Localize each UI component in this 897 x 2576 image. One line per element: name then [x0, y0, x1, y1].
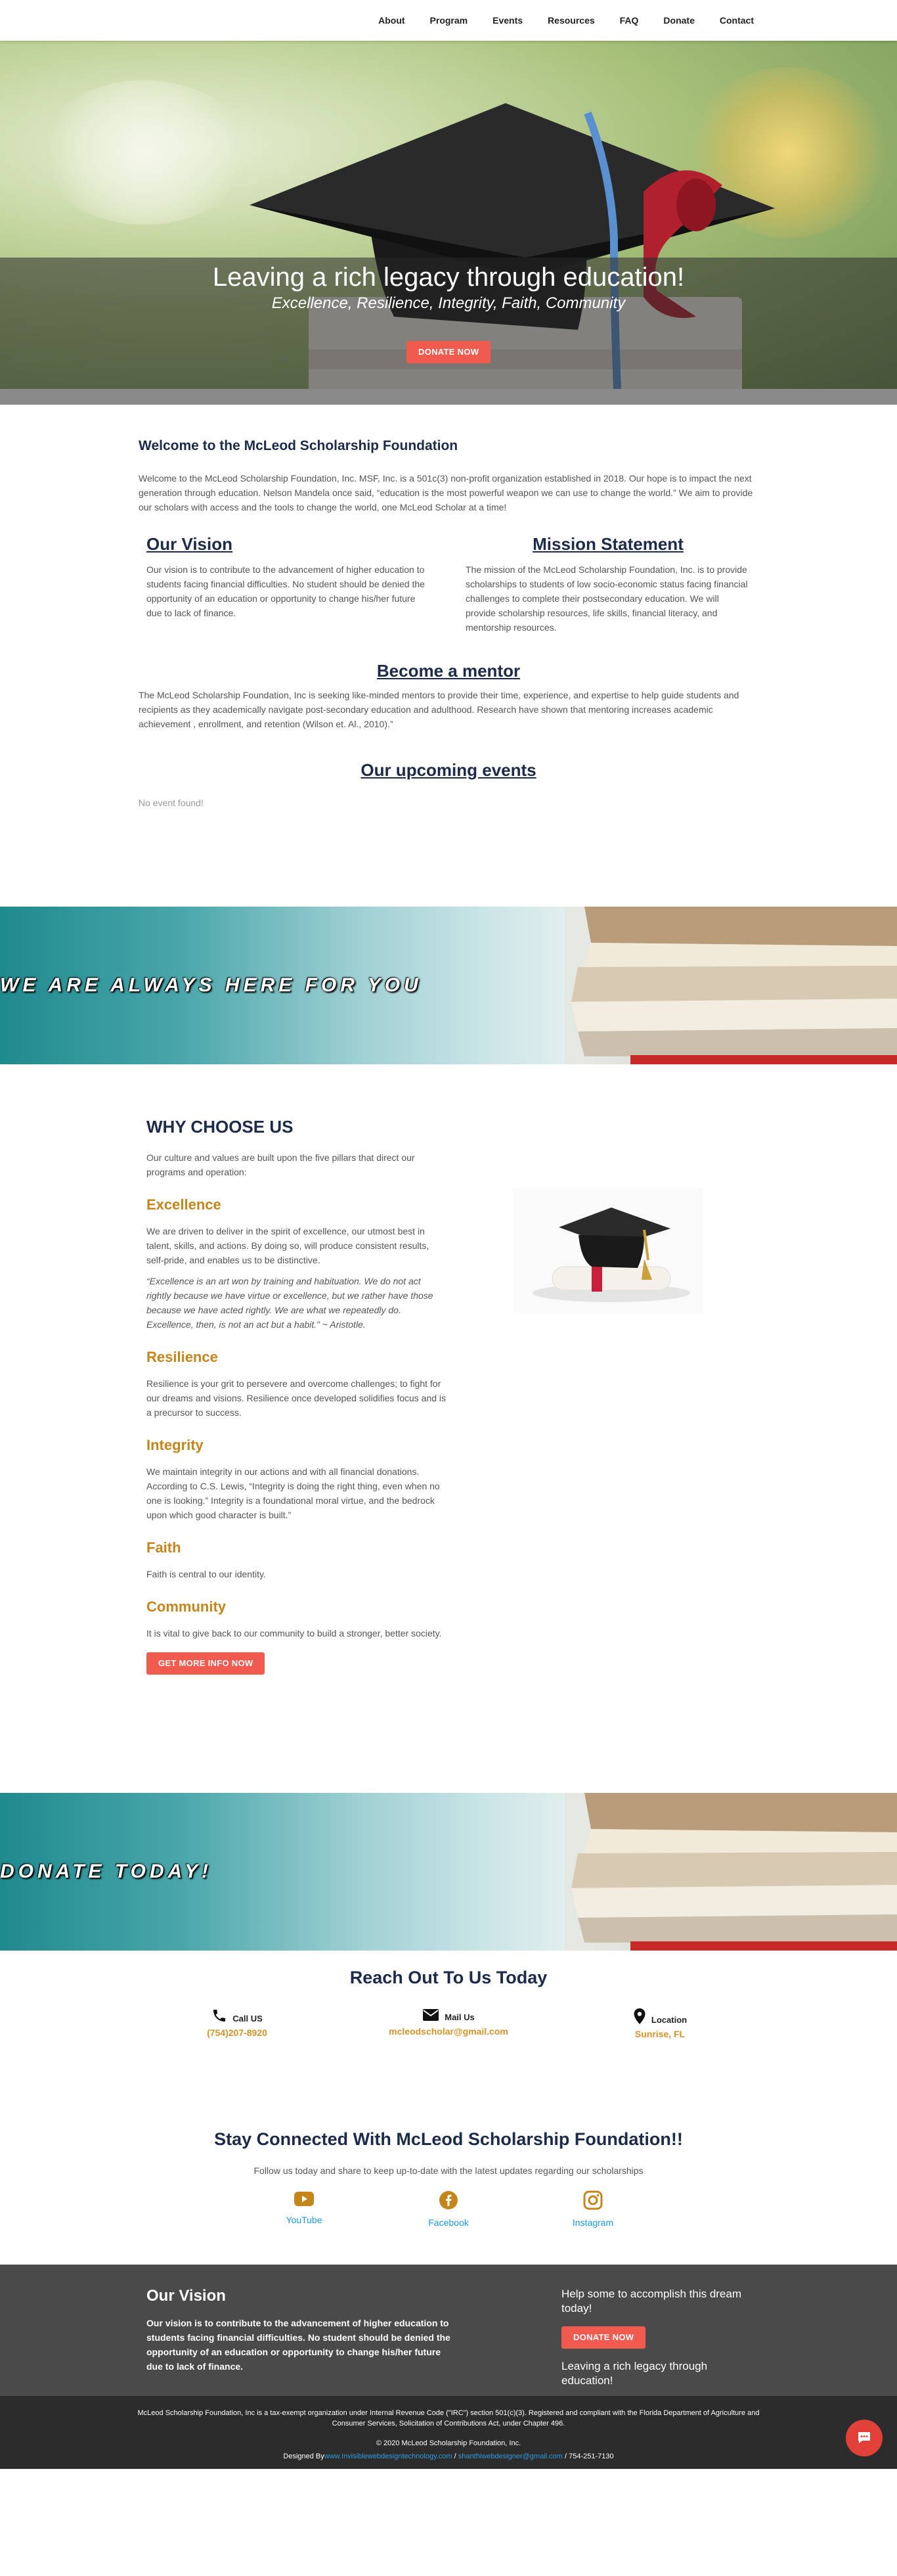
graduation-cap-diploma-image — [513, 1188, 703, 1313]
instagram-label: Instagram — [572, 2217, 614, 2228]
footer-vision-text: Our vision is to contribute to the advan… — [146, 2318, 450, 2372]
chat-button[interactable] — [846, 2420, 883, 2456]
contact-mail: Mail Us mcleodscholar@gmail.com — [350, 2008, 547, 2039]
footer-donate-button[interactable]: DONATE NOW — [561, 2326, 646, 2349]
email-link[interactable]: mcleodscholar@gmail.com — [350, 2026, 547, 2037]
facebook-icon — [439, 2191, 458, 2209]
footer-vision: Our Vision Our vision is to contribute t… — [139, 2287, 454, 2388]
location-label: Location — [651, 2015, 688, 2025]
social-facebook[interactable]: Facebook — [409, 2190, 488, 2228]
why-intro: Our culture and values are built upon th… — [146, 1152, 415, 1177]
designer-email-link[interactable]: shanthiwebdesigner@gmail.com — [458, 2452, 563, 2460]
hero-title: Leaving a rich legacy through education! — [212, 263, 685, 292]
mission-column: Mission Statement The mission of the McL… — [458, 534, 758, 635]
welcome-section: Welcome to the McLeod Scholarship Founda… — [139, 438, 758, 808]
footer-help-text: Help some to accomplish this dream today… — [561, 2288, 742, 2315]
hero-donate-button[interactable]: DONATE NOW — [406, 341, 491, 363]
pillar-resilience-title: Resilience — [146, 1349, 218, 1365]
copyright-text: © 2020 McLeod Scholarship Foundation, In… — [376, 2439, 521, 2447]
no-event-message: No event found! — [139, 798, 204, 808]
legal-text: McLeod Scholarship Foundation, Inc is a … — [137, 2409, 760, 2428]
footer-donate: Help some to accomplish this dream today… — [561, 2287, 758, 2388]
pillar-community-title: Community — [146, 1598, 226, 1615]
youtube-icon — [294, 2192, 314, 2206]
designer-website-link[interactable]: www.Invisiblewebdesigntechnology.com — [324, 2452, 452, 2460]
why-choose-us-section: WHY CHOOSE US Our culture and values are… — [0, 1064, 897, 1793]
contact-row: Call US (754)207-8920 Mail Us mcleodscho… — [139, 2008, 758, 2039]
reach-out-title: Reach Out To Us Today — [349, 1968, 548, 1987]
pillar-excellence-title: Excellence — [146, 1196, 221, 1213]
mission-text: The mission of the McLeod Scholarship Fo… — [466, 564, 748, 633]
phone-number-link[interactable]: (754)207-8920 — [139, 2027, 336, 2038]
books-image — [565, 907, 897, 1064]
phone-icon — [213, 2010, 226, 2022]
nav-donate[interactable]: Donate — [663, 15, 694, 26]
youtube-label: YouTube — [286, 2215, 322, 2225]
bottom-bar: McLeod Scholarship Foundation, Inc is a … — [0, 2396, 897, 2469]
contact-location: Location Sunrise, FL — [561, 2008, 758, 2039]
banner-donate-text: DONATE TODAY! — [0, 1861, 212, 1882]
nav-contact[interactable]: Contact — [720, 15, 754, 26]
social-row: YouTube Facebook Instagram — [265, 2190, 632, 2228]
pillar-faith-title: Faith — [146, 1539, 181, 1556]
banner-always-here-text: WE ARE ALWAYS HERE FOR YOU — [0, 974, 422, 996]
chat-icon — [858, 2432, 870, 2443]
footer: Our Vision Our vision is to contribute t… — [0, 2265, 897, 2396]
books-image — [565, 1793, 897, 1951]
designed-by: Designed Bywww.Invisiblewebdesigntechnol… — [133, 2451, 764, 2462]
mail-label: Mail Us — [445, 2012, 475, 2022]
why-image-column — [447, 1117, 758, 1675]
facebook-label: Facebook — [428, 2217, 469, 2228]
mentor-text: The McLeod Scholarship Foundation, Inc i… — [139, 690, 739, 729]
call-label: Call US — [232, 2014, 263, 2023]
social-youtube[interactable]: YouTube — [265, 2190, 343, 2228]
nav-program[interactable]: Program — [430, 15, 468, 26]
footer-vision-title: Our Vision — [146, 2287, 226, 2305]
location-value: Sunrise, FL — [634, 2029, 686, 2039]
pillar-excellence-text: We are driven to deliver in the spirit o… — [146, 1226, 429, 1265]
instagram-icon — [583, 2190, 603, 2210]
welcome-title: Welcome to the McLeod Scholarship Founda… — [139, 438, 458, 453]
why-content: WHY CHOOSE US Our culture and values are… — [139, 1117, 447, 1675]
top-nav: About Program Events Resources FAQ Donat… — [0, 0, 897, 41]
why-title: WHY CHOOSE US — [146, 1117, 294, 1137]
stay-connected-title: Stay Connected With McLeod Scholarship F… — [214, 2129, 683, 2149]
nav-faq[interactable]: FAQ — [620, 15, 639, 26]
welcome-text: Welcome to the McLeod Scholarship Founda… — [139, 473, 753, 512]
mail-icon — [423, 2009, 439, 2021]
pillar-faith-text: Faith is central to our identity. — [146, 1569, 266, 1579]
location-icon — [634, 2008, 645, 2024]
donate-banner: DONATE TODAY! — [0, 1793, 897, 1951]
vision-mission-row: Our Vision Our vision is to contribute t… — [139, 534, 758, 635]
always-here-banner: WE ARE ALWAYS HERE FOR YOU — [0, 907, 897, 1064]
vision-column: Our Vision Our vision is to contribute t… — [139, 534, 439, 635]
mentor-title: Become a mentor — [376, 661, 521, 681]
designed-by-label: Designed By — [283, 2452, 324, 2460]
pillar-integrity-text: We maintain integrity in our actions and… — [146, 1466, 440, 1520]
pillar-community-text: It is vital to give back to our communit… — [146, 1628, 442, 1638]
vision-title: Our Vision — [146, 534, 232, 554]
nav-about[interactable]: About — [378, 15, 405, 26]
designer-phone: / 754-251-7130 — [562, 2452, 614, 2460]
hero-section: Leaving a rich legacy through education!… — [0, 41, 897, 389]
hero-strip — [0, 389, 897, 405]
get-more-info-button[interactable]: GET MORE INFO NOW — [146, 1652, 265, 1675]
social-instagram[interactable]: Instagram — [554, 2190, 632, 2228]
events-title: Our upcoming events — [361, 760, 536, 780]
pillar-excellence-quote: “Excellence is an art won by training an… — [146, 1276, 433, 1330]
pillar-resilience-text: Resilience is your grit to persevere and… — [146, 1378, 447, 1418]
designed-separator: / — [452, 2452, 458, 2460]
vision-text: Our vision is to contribute to the advan… — [146, 564, 425, 618]
nav-events[interactable]: Events — [492, 15, 523, 26]
contact-call: Call US (754)207-8920 — [139, 2008, 336, 2039]
footer-legacy-text: Leaving a rich legacy through education! — [561, 2360, 708, 2387]
pillar-integrity-title: Integrity — [146, 1437, 204, 1453]
hero-subtitle: Excellence, Resilience, Integrity, Faith… — [271, 294, 626, 312]
nav-resources[interactable]: Resources — [548, 15, 595, 26]
mission-title: Mission Statement — [533, 534, 684, 554]
stay-connected-subtitle: Follow us today and share to keep up-to-… — [253, 2165, 644, 2176]
